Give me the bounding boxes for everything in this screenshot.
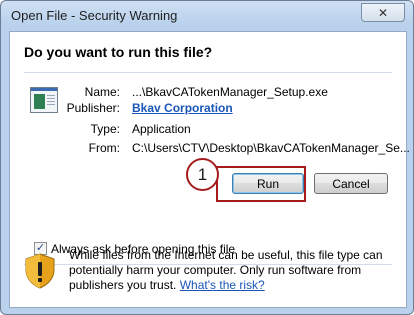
title-bar[interactable]: Open File - Security Warning ✕ <box>1 1 413 31</box>
from-label: From: <box>88 141 120 155</box>
close-icon: ✕ <box>377 5 389 20</box>
cancel-button-label: Cancel <box>332 176 370 191</box>
security-shield-icon <box>25 253 55 289</box>
divider <box>24 72 392 73</box>
from-value: C:\Users\CTV\Desktop\BkavCATokenManager_… <box>132 141 410 155</box>
step-number-badge: 1 <box>186 158 219 191</box>
whats-the-risk-link[interactable]: What's the risk? <box>180 278 265 292</box>
publisher-link[interactable]: Bkav Corporation <box>132 101 233 115</box>
name-value: ...\BkavCATokenManager_Setup.exe <box>132 85 328 99</box>
type-value: Application <box>132 122 191 136</box>
step-number: 1 <box>197 164 208 184</box>
publisher-label: Publisher: <box>66 101 120 115</box>
name-label: Name: <box>84 85 120 99</box>
run-button-highlight <box>216 166 306 202</box>
type-label: Type: <box>90 122 120 136</box>
close-button[interactable]: ✕ <box>361 3 405 22</box>
cancel-button[interactable]: Cancel <box>314 173 388 194</box>
warning-message: While files from the Internet can be use… <box>69 248 399 293</box>
security-warning-dialog: Open File - Security Warning ✕ Do you wa… <box>0 0 414 315</box>
window-title: Open File - Security Warning <box>11 8 178 23</box>
dialog-question: Do you want to run this file? <box>24 44 213 60</box>
